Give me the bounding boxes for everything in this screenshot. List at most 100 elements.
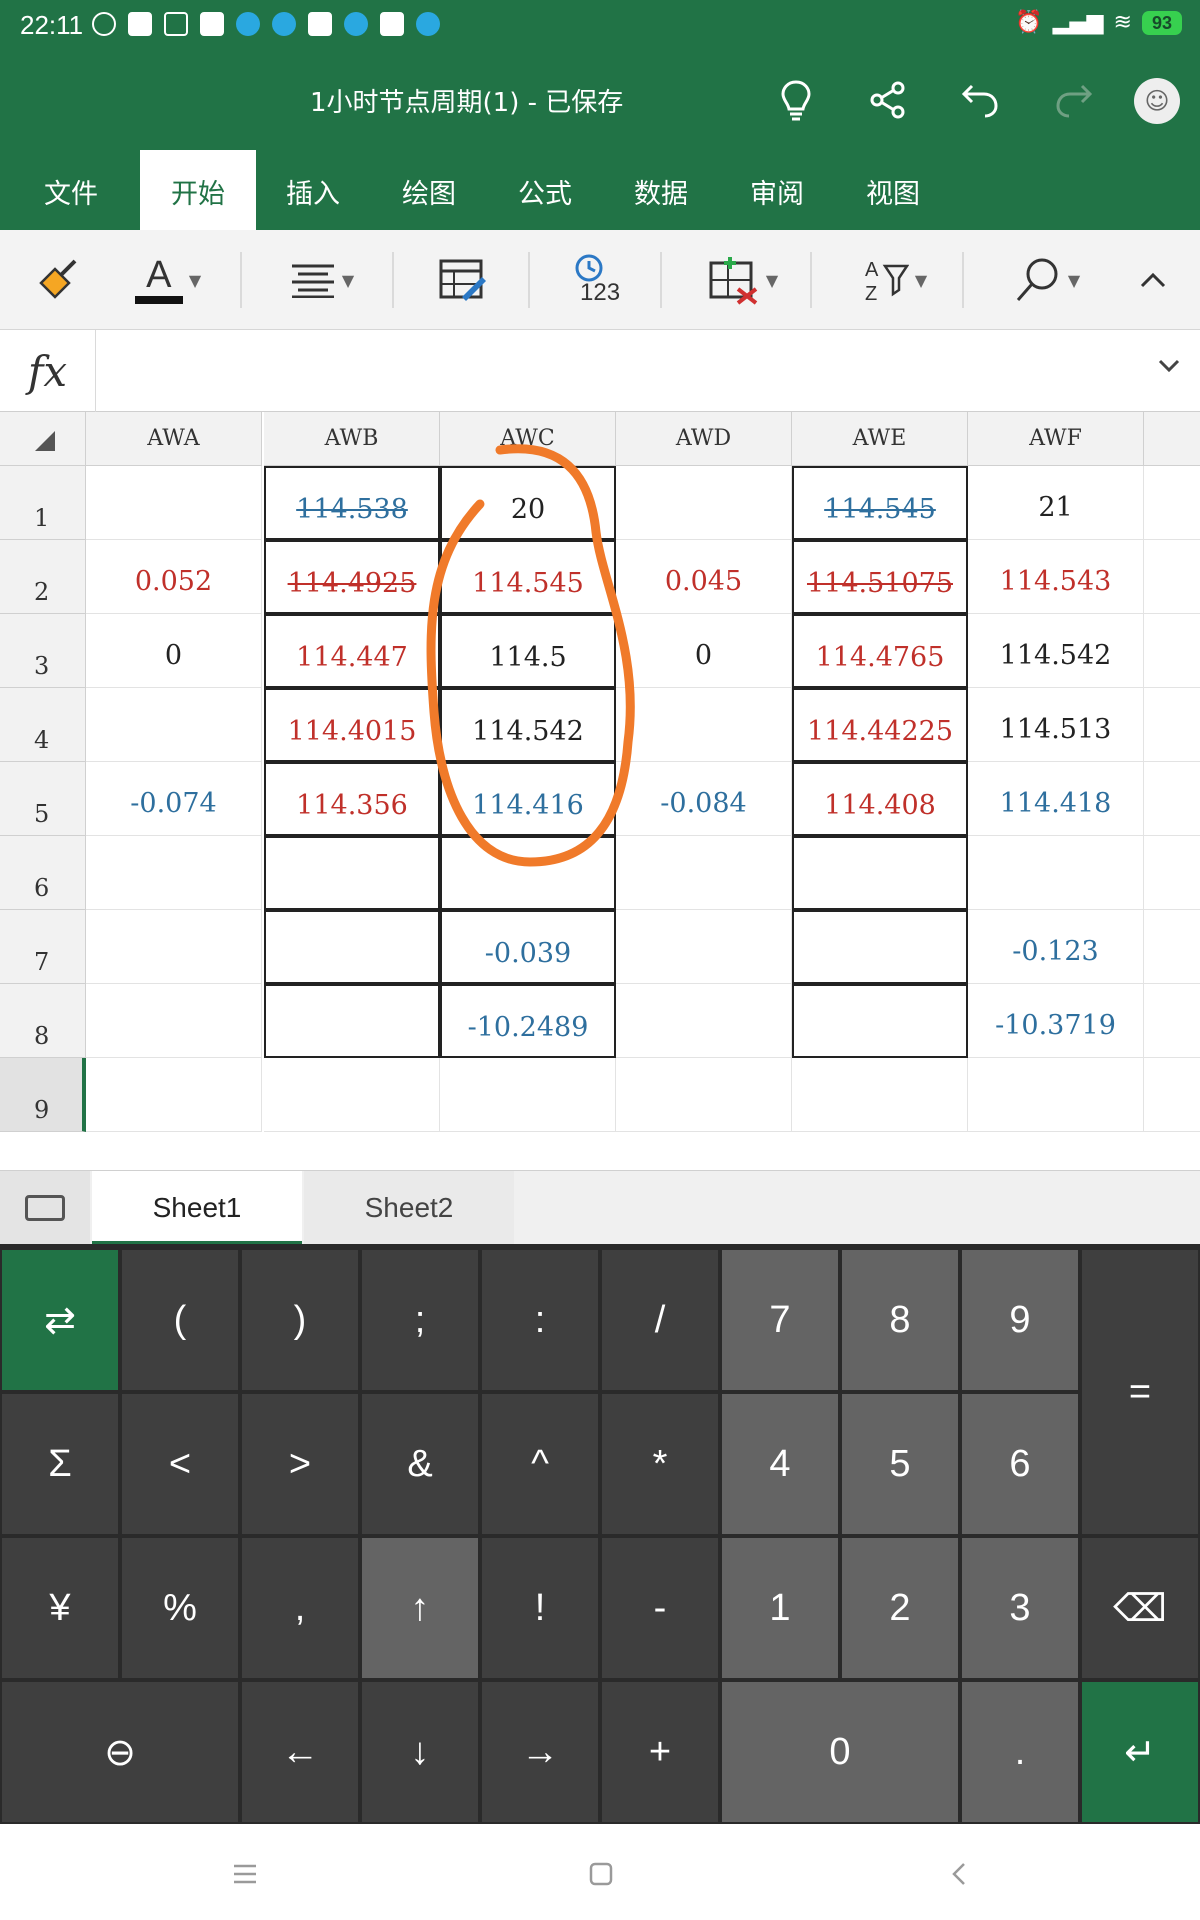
column-header[interactable]: AWF — [968, 412, 1144, 466]
key[interactable]: 6 — [962, 1394, 1078, 1534]
tab-review[interactable]: 审阅 — [732, 150, 822, 230]
column-header[interactable]: AWA — [86, 412, 262, 466]
grid-cell[interactable]: -0.039 — [440, 910, 616, 984]
grid-cell[interactable] — [792, 1058, 968, 1132]
column-header[interactable]: AWE — [792, 412, 968, 466]
key-plus[interactable]: + — [602, 1682, 718, 1822]
sheet-tab-sheet2[interactable]: Sheet2 — [304, 1171, 514, 1245]
key-sum[interactable]: Σ — [2, 1394, 118, 1534]
key[interactable]: ( — [122, 1250, 238, 1390]
grid-cell[interactable] — [1144, 984, 1200, 1058]
key[interactable]: ; — [362, 1250, 478, 1390]
grid-cell[interactable] — [792, 984, 968, 1058]
grid-cell[interactable] — [264, 836, 440, 910]
grid-cell[interactable] — [616, 1058, 792, 1132]
key[interactable]: ^ — [482, 1394, 598, 1534]
grid-cell[interactable]: -0.084 — [616, 762, 792, 836]
select-all-corner[interactable] — [0, 412, 86, 466]
grid-cell[interactable]: 114.408 — [792, 762, 968, 836]
grid-cell[interactable]: 0.045 — [616, 540, 792, 614]
key-decimal[interactable]: . — [962, 1682, 1078, 1822]
grid-cell[interactable] — [440, 836, 616, 910]
grid-cell[interactable] — [86, 466, 262, 540]
key-backspace[interactable]: ⌫ — [1082, 1538, 1198, 1678]
grid-cell[interactable]: 114.538 — [264, 466, 440, 540]
back-nav-icon[interactable] — [934, 1854, 984, 1894]
lightbulb-icon[interactable] — [772, 76, 820, 124]
key[interactable]: - — [602, 1538, 718, 1678]
key[interactable]: : — [482, 1250, 598, 1390]
grid-cell[interactable] — [616, 984, 792, 1058]
keyboard-toggle-button[interactable] — [0, 1171, 90, 1245]
key[interactable]: ) — [242, 1250, 358, 1390]
grid-cell[interactable] — [1144, 466, 1200, 540]
grid-cell[interactable] — [1144, 614, 1200, 688]
grid-cell[interactable]: 114.545 — [792, 466, 968, 540]
formula-input[interactable] — [100, 330, 1140, 412]
collapse-ribbon-icon[interactable] — [1128, 250, 1178, 310]
grid-cell[interactable]: 0.052 — [86, 540, 262, 614]
row-header[interactable]: 9 — [0, 1058, 86, 1132]
grid-cell[interactable] — [86, 910, 262, 984]
key[interactable]: > — [242, 1394, 358, 1534]
row-header[interactable]: 4 — [0, 688, 86, 762]
grid-cell[interactable]: 114.4925 — [264, 540, 440, 614]
grid-cell[interactable] — [86, 688, 262, 762]
grid-cell[interactable]: -10.3719 — [968, 984, 1144, 1058]
grid-cell[interactable] — [86, 836, 262, 910]
row-header[interactable]: 6 — [0, 836, 86, 910]
key-next-cell[interactable]: ⊖ — [2, 1682, 238, 1822]
grid-cell[interactable] — [968, 1058, 1144, 1132]
undo-icon[interactable] — [956, 76, 1004, 124]
key-zero[interactable]: 0 — [722, 1682, 958, 1822]
key[interactable]: 2 — [842, 1538, 958, 1678]
key-down-arrow[interactable]: ↓ — [362, 1682, 478, 1822]
grid-cell[interactable] — [616, 836, 792, 910]
tab-file[interactable]: 文件 — [26, 150, 116, 230]
grid-cell[interactable] — [264, 984, 440, 1058]
account-avatar-icon[interactable]: ☺ — [1134, 78, 1180, 124]
column-header[interactable] — [1144, 412, 1200, 466]
column-header[interactable]: AWD — [616, 412, 792, 466]
grid-cell[interactable] — [968, 836, 1144, 910]
key-switch[interactable]: ⇄ — [2, 1250, 118, 1390]
grid-cell[interactable]: 114.543 — [968, 540, 1144, 614]
grid-cell[interactable] — [792, 910, 968, 984]
key[interactable]: 3 — [962, 1538, 1078, 1678]
grid-cell[interactable] — [792, 836, 968, 910]
grid-cell[interactable] — [264, 910, 440, 984]
grid-cell[interactable]: 114.447 — [264, 614, 440, 688]
grid-cell[interactable] — [1144, 836, 1200, 910]
fx-label[interactable]: fx — [0, 330, 96, 412]
key[interactable]: 8 — [842, 1250, 958, 1390]
grid-cell[interactable] — [264, 1058, 440, 1132]
key[interactable]: % — [122, 1538, 238, 1678]
grid-cell[interactable] — [1144, 762, 1200, 836]
key-equals[interactable]: = — [1082, 1250, 1198, 1534]
grid-cell[interactable]: 114.545 — [440, 540, 616, 614]
grid-cell[interactable]: 114.51075 — [792, 540, 968, 614]
grid-cell[interactable]: -0.123 — [968, 910, 1144, 984]
grid-cell[interactable]: 0 — [616, 614, 792, 688]
column-header[interactable]: AWB — [264, 412, 440, 466]
grid-cell[interactable]: 21 — [968, 466, 1144, 540]
home-nav-icon[interactable] — [576, 1854, 626, 1894]
find-button[interactable]: ▼ — [1004, 250, 1090, 310]
grid-cell[interactable] — [86, 984, 262, 1058]
grid-cell[interactable] — [616, 910, 792, 984]
number-format-button[interactable]: 123 — [566, 250, 630, 310]
grid-cell[interactable]: 114.356 — [264, 762, 440, 836]
grid-cell[interactable] — [440, 1058, 616, 1132]
row-header[interactable]: 7 — [0, 910, 86, 984]
tab-view[interactable]: 视图 — [848, 150, 938, 230]
key[interactable]: , — [242, 1538, 358, 1678]
document-title[interactable]: 1小时节点周期(1) - 已保存 — [310, 82, 623, 119]
insert-delete-button[interactable]: ▼ — [700, 250, 786, 310]
grid-cell[interactable]: 114.418 — [968, 762, 1144, 836]
key[interactable]: ! — [482, 1538, 598, 1678]
grid-cell[interactable] — [616, 466, 792, 540]
sort-filter-button[interactable]: AZ ▼ — [852, 250, 938, 310]
grid-cell[interactable]: 114.4765 — [792, 614, 968, 688]
grid-cell[interactable]: 114.513 — [968, 688, 1144, 762]
cell-styles-icon[interactable] — [432, 250, 492, 310]
